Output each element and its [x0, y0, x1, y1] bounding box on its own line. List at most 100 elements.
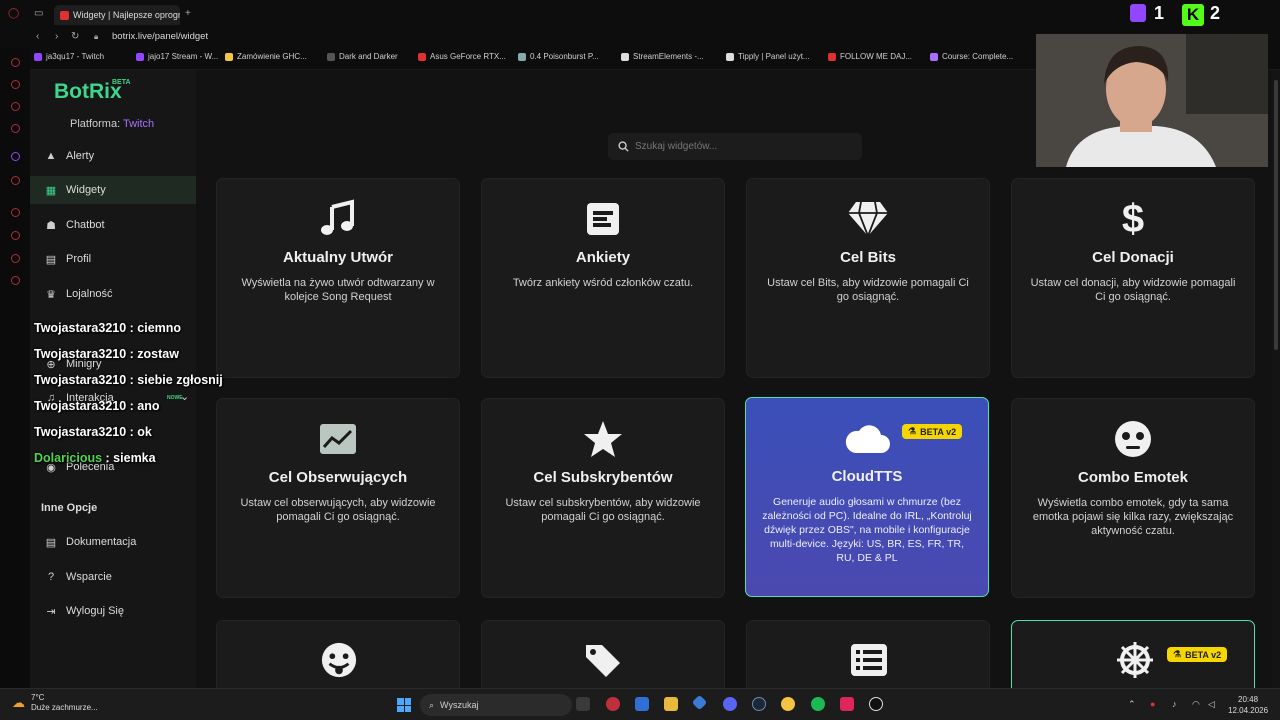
tab-overview-icon[interactable]: ▭ — [34, 9, 43, 19]
new-tab-icon[interactable]: + — [185, 9, 191, 19]
bookmark-item[interactable]: 0.4 Poisonburst P... — [518, 52, 599, 61]
rail-icon[interactable] — [11, 124, 20, 133]
widget-title: Cel Bits — [840, 249, 896, 266]
sidebar-item-label: Widgety — [66, 184, 106, 196]
rail-icon[interactable] — [11, 254, 20, 263]
opera-logo-icon[interactable]: ◯ — [8, 9, 19, 19]
rail-icon[interactable] — [11, 231, 20, 240]
url-field[interactable]: botrix.live/panel/widget — [112, 31, 208, 42]
steam-icon[interactable] — [752, 697, 766, 711]
rail-twitch-icon[interactable] — [11, 152, 20, 161]
twitch-viewer-count: 1 — [1154, 3, 1165, 23]
bookmark-favicon-icon — [136, 52, 144, 61]
store-icon[interactable] — [635, 697, 649, 711]
tray-app-icon[interactable]: ● — [1150, 699, 1155, 709]
poll-icon — [482, 199, 724, 239]
tray-expand-icon[interactable]: ⌃ — [1128, 699, 1136, 710]
widget-card-combo-emotek[interactable]: Combo Emotek Wyświetla combo emotek, gdy … — [1011, 398, 1255, 598]
app-icon[interactable] — [840, 697, 854, 711]
dollar-icon: $ — [1121, 197, 1145, 241]
widget-card-aktualny-utwo-r[interactable]: Aktualny Utwór Wyświetla na żywo utwór od… — [216, 178, 460, 378]
bookmark-item[interactable]: Zamówienie GHC... — [225, 52, 307, 61]
bookmark-favicon-icon — [327, 52, 335, 61]
rail-icon[interactable] — [11, 58, 20, 67]
widget-description: Wyświetla na żywo utwór odtwarzany w kol… — [241, 277, 435, 303]
bookmark-item[interactable]: Dark and Darker — [327, 52, 398, 61]
bookmark-item[interactable]: Course: Complete... — [930, 52, 1013, 61]
bookmark-label: 0.4 Poisonburst P... — [530, 52, 599, 61]
windows-start-icon[interactable] — [397, 698, 411, 712]
rail-icon[interactable] — [11, 276, 20, 285]
sidebar-item-wylogujsie[interactable]: ⇥ Wyloguj Się — [30, 597, 196, 625]
back-icon[interactable]: ‹ — [36, 32, 39, 42]
tab-title: Widgety | Najlepsze oprogr — [73, 10, 180, 20]
search-input[interactable] — [635, 141, 835, 152]
widget-card-partial[interactable] — [746, 620, 990, 690]
chat-message: Twojastara3210 : ano — [34, 399, 160, 413]
chat-text: : ok — [126, 425, 152, 439]
discord-icon[interactable] — [723, 697, 737, 711]
task-view-icon[interactable] — [576, 697, 590, 711]
bookmark-item[interactable]: ja3qu17 - Twitch — [34, 52, 104, 61]
widget-card-partial[interactable]: ⚗ BETA v2 — [1011, 620, 1255, 690]
platform-indicator[interactable]: Platforma: Twitch — [70, 118, 154, 130]
widget-card-cloudtts[interactable]: CloudTTS Generuje audio głosami w chmurze… — [745, 397, 989, 597]
spotify-icon[interactable] — [811, 697, 825, 711]
sidebar-item-alerty[interactable]: ▲ Alerty — [30, 142, 196, 170]
widget-card-partial[interactable] — [216, 620, 460, 690]
widget-card-partial[interactable] — [481, 620, 725, 690]
widget-search[interactable] — [608, 133, 862, 160]
chat-username: Twojastara3210 — [34, 347, 127, 361]
page-scrollbar[interactable] — [1272, 70, 1280, 688]
bookmark-favicon-icon — [930, 52, 938, 61]
sidebar-item-profil[interactable]: ▤ Profil — [30, 245, 196, 273]
bookmark-item[interactable]: jajo17 Stream - W... — [136, 52, 218, 61]
explorer-icon[interactable] — [664, 697, 678, 711]
widget-card-cel-bits[interactable]: Cel Bits Ustaw cel Bits, aby widzowie pom… — [746, 178, 990, 378]
scrollbar-thumb[interactable] — [1274, 80, 1278, 350]
bookmark-item[interactable]: FOLLOW ME DAJ... — [828, 52, 912, 61]
clock[interactable]: 20:48 12.04.2026 — [1228, 694, 1268, 716]
widget-card-cel-obserwuja-cych[interactable]: Cel Obserwujących Ustaw cel obserwujących… — [216, 398, 460, 598]
forward-icon[interactable]: › — [55, 32, 58, 42]
bookmark-favicon-icon — [225, 52, 233, 61]
bookmark-item[interactable]: Asus GeForce RTX... — [418, 52, 506, 61]
widget-description: Twórz ankiety wśród członków czatu. — [512, 277, 694, 289]
sidebar-item-wsparcie[interactable]: ? Wsparcie — [30, 563, 196, 591]
music-note-icon — [217, 199, 459, 239]
opera-icon[interactable] — [606, 697, 620, 711]
bookmark-item[interactable]: Tipply | Panel użyt... — [726, 52, 810, 61]
star-icon — [482, 419, 724, 459]
widget-title: Aktualny Utwór — [282, 249, 393, 266]
app-icon[interactable] — [691, 694, 708, 711]
app-icon[interactable] — [781, 697, 795, 711]
robot-icon: ☗ — [46, 219, 56, 232]
active-tab[interactable]: Widgety | Najlepsze oprogr — [54, 5, 180, 25]
microphone-icon[interactable]: ♪ — [1172, 699, 1177, 709]
widget-card-cel-subskrybento-w[interactable]: Cel Subskrybentów Ustaw cel subskrybentów… — [481, 398, 725, 598]
taskbar-search[interactable]: ⌕ Wyszukaj — [420, 694, 572, 716]
bookmark-favicon-icon — [828, 52, 836, 61]
sidebar-item-label: Profil — [66, 253, 92, 265]
rail-icon[interactable] — [11, 102, 20, 111]
reload-icon[interactable]: ↻ — [71, 32, 79, 42]
widget-card-ankiety[interactable]: Ankiety Twórz ankiety wśród członków czat… — [481, 178, 725, 378]
chart-icon — [217, 419, 459, 459]
rail-icon[interactable] — [11, 80, 20, 89]
list-icon — [851, 644, 887, 676]
sidebar-item-dokumentacja[interactable]: ▤ Dokumentacja — [30, 528, 196, 556]
lock-icon: 🔒︎ — [94, 32, 99, 41]
weather-widget[interactable]: ☁ 7°C Duże zachmurze... — [12, 693, 98, 713]
rail-icon[interactable] — [11, 208, 20, 217]
sidebar-item-widgety[interactable]: ▦ Widgety — [30, 176, 196, 204]
wifi-icon[interactable]: ◠ — [1192, 699, 1200, 710]
widget-title: Cel Subskrybentów — [533, 469, 673, 486]
rail-icon[interactable] — [11, 176, 20, 185]
sidebar-item-lojalnosc[interactable]: ♛ Lojalność — [30, 280, 196, 308]
sidebar-item-chatbot[interactable]: ☗ Chatbot — [30, 211, 196, 239]
volume-icon[interactable]: ◁ — [1208, 699, 1215, 710]
widget-card-cel-donacji[interactable]: $ Cel Donacji Ustaw cel donacji, aby widzo… — [1011, 178, 1255, 378]
bookmark-item[interactable]: StreamElements -... — [621, 52, 704, 61]
tiktok-icon[interactable] — [869, 697, 883, 711]
chat-username: Twojastara3210 — [34, 321, 127, 335]
